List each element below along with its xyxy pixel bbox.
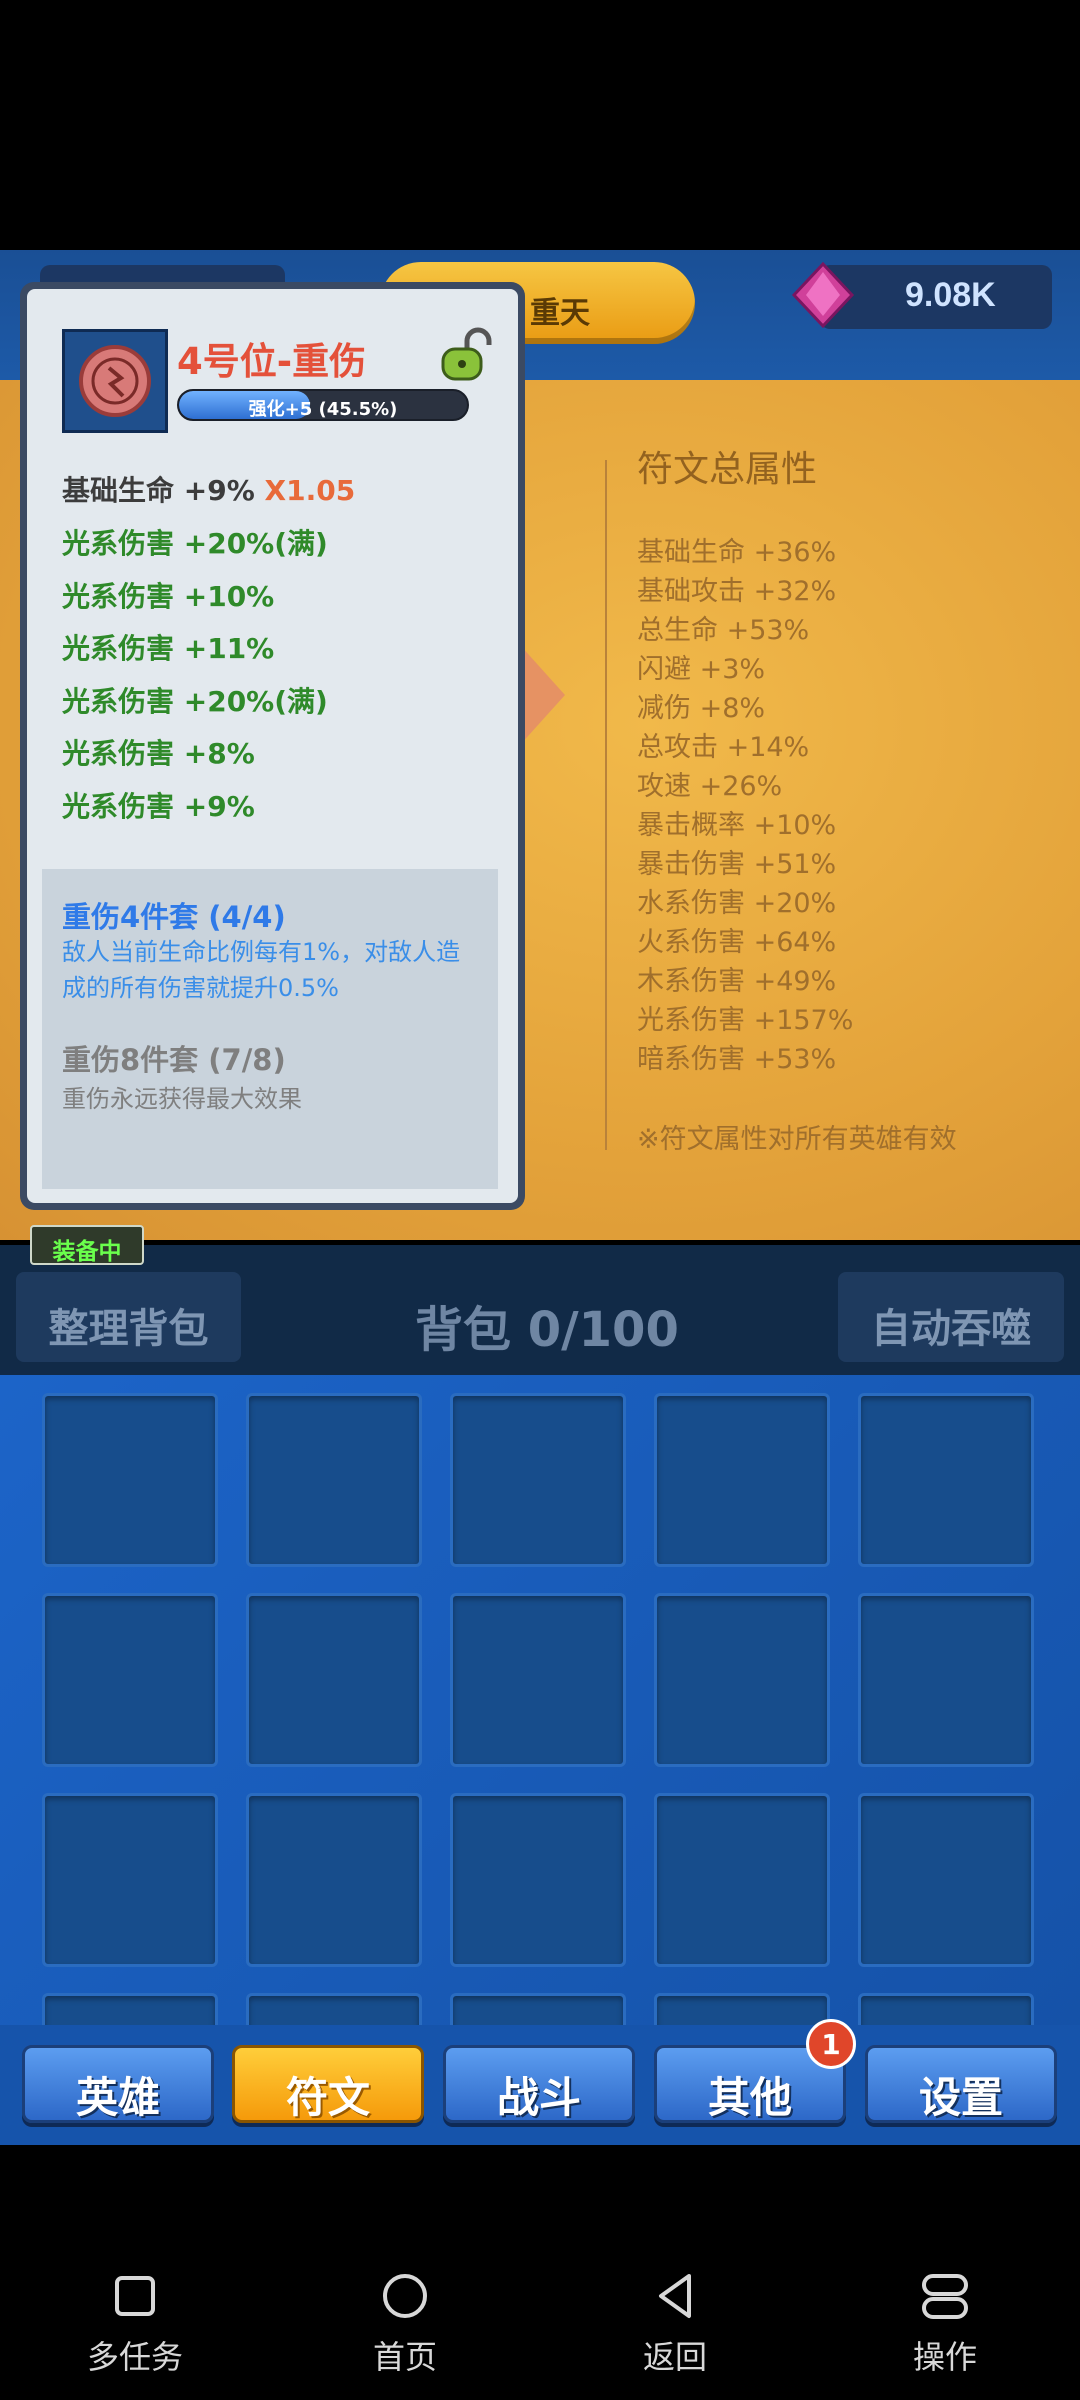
total-item: 暗系伤害 +53% bbox=[637, 1044, 837, 1075]
tab-label: 设置 bbox=[918, 2073, 1003, 2122]
inventory-slot[interactable] bbox=[42, 1793, 218, 1967]
nav-label: 操作 bbox=[912, 2338, 977, 2376]
notification-badge: 1 bbox=[806, 2019, 856, 2069]
unlock-icon[interactable] bbox=[437, 327, 497, 383]
sub-stat: 光系伤害 +10% bbox=[62, 580, 275, 613]
nav-label: 返回 bbox=[642, 2338, 707, 2376]
rune-detail-body: 4号位-重伤 强化+5 (45.5%) 基础生命 +9% X1.05 光系伤害 … bbox=[27, 289, 518, 1203]
divider bbox=[605, 460, 607, 1150]
nav-label: 首页 bbox=[372, 2338, 437, 2376]
tab-label: 战斗 bbox=[496, 2073, 581, 2122]
tab-heroes[interactable]: 英雄 bbox=[22, 2045, 214, 2123]
inventory-slot[interactable] bbox=[450, 1393, 626, 1567]
inventory-slot[interactable] bbox=[246, 1593, 422, 1767]
total-item: 攻速 +26% bbox=[637, 771, 783, 802]
nav-recents-button[interactable]: 多任务 bbox=[60, 2270, 210, 2380]
inventory-slot[interactable] bbox=[654, 1993, 830, 2025]
inventory-slot[interactable] bbox=[654, 1393, 830, 1567]
inventory-slot[interactable] bbox=[858, 1393, 1034, 1567]
rune-icon bbox=[62, 329, 168, 433]
tidy-backpack-label: 整理背包 bbox=[48, 1306, 209, 1352]
nav-action-button[interactable]: 操作 bbox=[870, 2270, 1020, 2380]
square-icon bbox=[115, 2276, 155, 2316]
tab-label: 其他 bbox=[707, 2073, 792, 2122]
sub-stat: 光系伤害 +9% bbox=[62, 790, 255, 823]
back-triangle-icon bbox=[659, 2274, 691, 2318]
set-bonus-4-description: 敌人当前生命比例每有1%，对敌人造成的所有伤害就提升0.5% bbox=[62, 938, 461, 1002]
inventory-slot[interactable] bbox=[450, 1593, 626, 1767]
rune-detail-card: 4号位-重伤 强化+5 (45.5%) 基础生命 +9% X1.05 光系伤害 … bbox=[20, 282, 525, 1210]
inventory-slot[interactable] bbox=[654, 1793, 830, 1967]
rune-title: 4号位-重伤 bbox=[177, 340, 367, 383]
total-item: 火系伤害 +64% bbox=[637, 927, 837, 958]
tab-battle[interactable]: 战斗 bbox=[443, 2045, 635, 2123]
set-bonus-4-title: 重伤4件套 (4/4) bbox=[62, 900, 286, 934]
total-item: 基础攻击 +32% bbox=[637, 576, 837, 607]
tab-settings[interactable]: 设置 bbox=[865, 2045, 1057, 2123]
tab-label: 符文 bbox=[285, 2073, 370, 2122]
inventory-slot[interactable] bbox=[42, 1393, 218, 1567]
rune-totals-note: ※符文属性对所有英雄有效 bbox=[637, 1124, 957, 1155]
inventory-slot[interactable] bbox=[450, 1793, 626, 1967]
total-item: 减伤 +8% bbox=[637, 693, 766, 724]
enhance-progress-bar: 强化+5 (45.5%) bbox=[177, 389, 469, 421]
backpack-count: 背包 0/100 bbox=[415, 1302, 679, 1358]
set-bonus-8-description: 重伤永远获得最大效果 bbox=[62, 1085, 302, 1113]
total-item: 总生命 +53% bbox=[637, 615, 810, 646]
total-item: 水系伤害 +20% bbox=[637, 888, 837, 919]
inventory-slot[interactable] bbox=[450, 1993, 626, 2025]
equipped-label: 装备中 bbox=[52, 1239, 122, 1265]
sub-stat: 光系伤害 +20%(满) bbox=[62, 527, 328, 560]
base-stat-multiplier: X1.05 bbox=[264, 474, 356, 507]
tab-runes[interactable]: 符文 bbox=[232, 2045, 424, 2123]
total-item: 光系伤害 +157% bbox=[637, 1005, 854, 1036]
base-stat: 基础生命 +9% X1.05 bbox=[62, 469, 355, 509]
total-item: 木系伤害 +49% bbox=[637, 966, 837, 997]
total-item: 总攻击 +14% bbox=[637, 732, 810, 763]
equipped-tag: 装备中 bbox=[30, 1225, 144, 1265]
total-item: 暴击概率 +10% bbox=[637, 810, 837, 841]
tab-label: 英雄 bbox=[75, 2073, 160, 2122]
inventory-slot[interactable] bbox=[654, 1593, 830, 1767]
nav-label: 多任务 bbox=[86, 2338, 183, 2376]
inventory-slot[interactable] bbox=[858, 1793, 1034, 1967]
gem-icon bbox=[791, 262, 855, 328]
rune-totals-title: 符文总属性 bbox=[637, 449, 818, 490]
inventory-slot[interactable] bbox=[246, 1793, 422, 1967]
tidy-backpack-button[interactable]: 整理背包 bbox=[16, 1272, 241, 1362]
base-stat-label: 基础生命 +9% bbox=[62, 474, 255, 507]
sub-stat: 光系伤害 +8% bbox=[62, 737, 255, 770]
inventory-slot[interactable] bbox=[42, 1993, 218, 2025]
total-item: 基础生命 +36% bbox=[637, 537, 837, 568]
stage-label: 重天 bbox=[530, 296, 590, 331]
sub-stat: 光系伤害 +20%(满) bbox=[62, 685, 328, 718]
set-bonus-8-title: 重伤8件套 (7/8) bbox=[62, 1043, 286, 1077]
sub-stat: 光系伤害 +11% bbox=[62, 632, 275, 665]
auto-devour-button[interactable]: 自动吞噬 bbox=[838, 1272, 1064, 1362]
nav-back-button[interactable]: 返回 bbox=[600, 2270, 750, 2380]
auto-devour-label: 自动吞噬 bbox=[871, 1306, 1031, 1352]
inventory-slot[interactable] bbox=[246, 1993, 422, 2025]
enhance-progress-label: 强化+5 (45.5%) bbox=[248, 399, 398, 420]
inventory-slot[interactable] bbox=[42, 1593, 218, 1767]
badge-count: 1 bbox=[821, 2028, 841, 2061]
total-item: 闪避 +3% bbox=[637, 654, 766, 685]
inventory-slot[interactable] bbox=[246, 1393, 422, 1567]
gem-value: 9.08K bbox=[905, 276, 996, 314]
inventory-grid bbox=[0, 1375, 1080, 2025]
toggle-icon bbox=[922, 2274, 968, 2319]
nav-home-button[interactable]: 首页 bbox=[330, 2270, 480, 2380]
inventory-slot[interactable] bbox=[858, 1593, 1034, 1767]
inventory-slot[interactable] bbox=[858, 1993, 1034, 2025]
total-item: 暴击伤害 +51% bbox=[637, 849, 837, 880]
circle-icon bbox=[383, 2274, 427, 2318]
